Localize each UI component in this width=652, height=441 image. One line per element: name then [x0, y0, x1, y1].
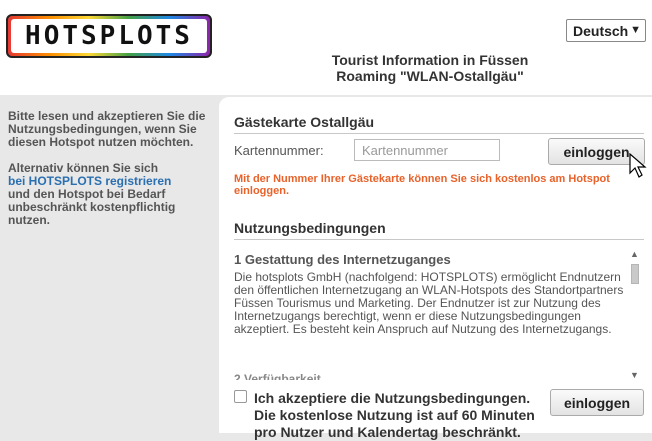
- sidebar-instructions: Bitte lesen und akzeptieren Sie die Nutz…: [8, 109, 206, 149]
- sidebar-alt-suffix: und den Hotspot bei Bedarf unbeschränkt …: [8, 187, 176, 227]
- card-number-label: Kartennummer:: [234, 143, 324, 158]
- main-panel: Gästekarte Ostallgäu Kartennummer: Karte…: [219, 97, 652, 440]
- accept-login-button[interactable]: einloggen: [550, 389, 644, 416]
- location-title: Tourist Information in Füssen Roaming "W…: [300, 52, 560, 84]
- scrollbar-thumb[interactable]: [631, 264, 639, 284]
- chevron-down-icon: ▼: [630, 24, 641, 36]
- mouse-pointer-icon: [629, 153, 647, 178]
- logo-text: HOTSPLOTS: [11, 19, 207, 53]
- guest-card-title: Gästekarte Ostallgäu: [234, 114, 375, 130]
- guest-card-hint: Mit der Nummer Ihrer Gästekarte können S…: [234, 173, 610, 197]
- terms-scroll-area[interactable]: 1 Gestattung des Internetzuganges Die ho…: [234, 252, 644, 380]
- location-title-line1: Tourist Information in Füssen: [331, 52, 529, 68]
- arrow-up-icon[interactable]: ▲: [630, 249, 639, 259]
- guest-card-divider: [234, 133, 644, 134]
- language-select[interactable]: Deutsch ▼: [566, 19, 646, 42]
- header: HOTSPLOTS Deutsch ▼ Tourist Information …: [0, 0, 652, 95]
- accept-terms-label: Ich akzeptiere die Nutzungsbedingungen. …: [254, 390, 535, 440]
- language-value: Deutsch: [573, 22, 629, 39]
- sidebar-alt-prefix: Alternativ können Sie sich: [8, 161, 159, 175]
- terms-text: Die hotsplots GmbH (nachfolgend: HOTSPLO…: [234, 270, 624, 336]
- location-title-line2: Roaming "WLAN-Ostallgäu": [336, 68, 524, 84]
- terms-next-heading: 2 Verfügbarkeit: [234, 372, 321, 380]
- register-link[interactable]: bei HOTSPLOTS registrieren: [8, 174, 171, 188]
- arrow-down-icon[interactable]: ▼: [630, 370, 639, 380]
- sidebar: Bitte lesen und akzeptieren Sie die Nutz…: [8, 110, 206, 240]
- card-number-input[interactable]: Kartennummer: [354, 139, 500, 161]
- hotsplots-logo: HOTSPLOTS: [6, 14, 212, 58]
- terms-scrollbar[interactable]: ▲ ▼: [627, 249, 643, 380]
- accept-terms-checkbox[interactable]: [234, 390, 247, 403]
- terms-title: Nutzungsbedingungen: [234, 220, 386, 236]
- terms-heading: 1 Gestattung des Internetzuganges: [234, 252, 451, 267]
- card-number-placeholder: Kartennummer: [362, 142, 448, 158]
- terms-divider: [234, 239, 644, 240]
- sidebar-alternative: Alternativ können Sie sich bei HOTSPLOTS…: [8, 162, 206, 227]
